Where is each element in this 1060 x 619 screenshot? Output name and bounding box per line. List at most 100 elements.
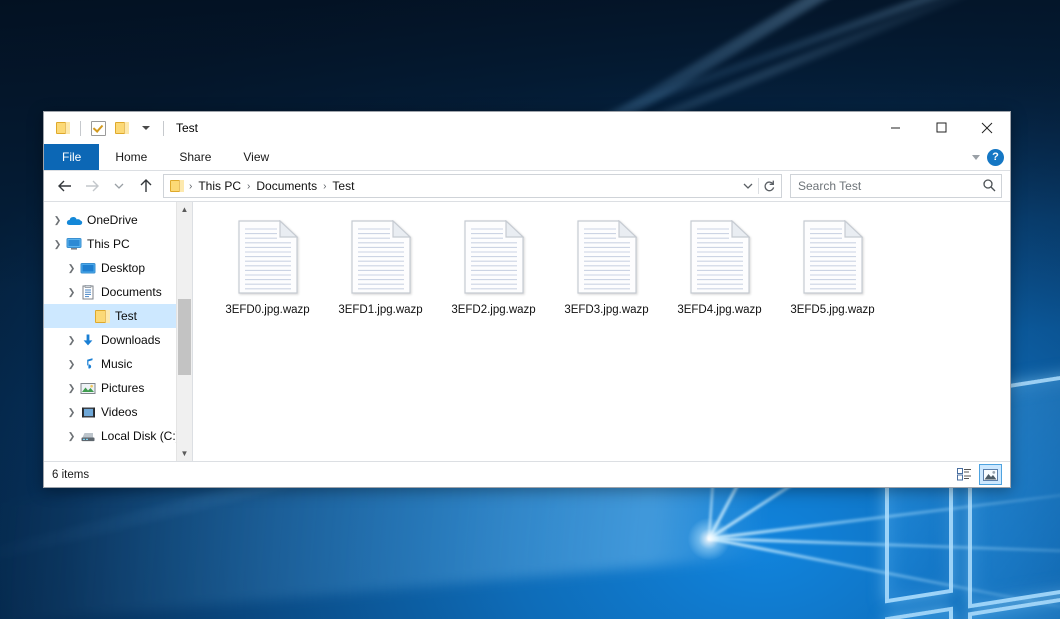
chevron-down-icon[interactable]: ❯	[50, 232, 65, 256]
tab-share[interactable]: Share	[163, 144, 227, 170]
address-bar[interactable]: › This PC › Documents › Test	[163, 174, 782, 198]
minimize-button[interactable]	[872, 112, 918, 143]
sidebar-item-label: This PC	[87, 237, 130, 251]
sidebar-item-label: Test	[115, 309, 137, 323]
customize-quick-access-caret-icon[interactable]	[135, 117, 157, 139]
file-item[interactable]: 3EFD5.jpg.wazp	[776, 216, 889, 344]
chevron-down-icon[interactable]	[972, 155, 980, 160]
chevron-right-icon[interactable]: ❯	[64, 400, 79, 424]
chevron-down-icon[interactable]: ❯	[64, 280, 79, 304]
sidebar-item-documents[interactable]: ❯ Documents	[44, 280, 192, 304]
scrollbar-thumb[interactable]	[178, 299, 191, 375]
folder-icon[interactable]	[52, 117, 74, 139]
generic-document-icon	[690, 220, 750, 294]
chevron-right-icon[interactable]: ❯	[64, 352, 79, 376]
sidebar-item-pictures[interactable]: ❯ Pictures	[44, 376, 192, 400]
breadcrumb-separator: ›	[322, 181, 327, 192]
chevron-right-icon[interactable]: ❯	[64, 376, 79, 400]
quick-access-toolbar	[44, 117, 168, 139]
cloud-icon	[65, 212, 83, 228]
file-list-view[interactable]: 3EFD0.jpg.wazp	[193, 202, 1010, 461]
folder-icon	[93, 308, 111, 324]
scrollbar-track[interactable]	[177, 217, 192, 446]
ribbon-right-controls: ?	[972, 144, 1004, 170]
video-icon	[79, 404, 97, 420]
file-explorer-window: Test File Home Share View ?	[43, 111, 1011, 488]
view-mode-buttons	[954, 462, 1002, 487]
scroll-up-icon[interactable]: ▲	[177, 202, 192, 217]
file-item[interactable]: 3EFD1.jpg.wazp	[324, 216, 437, 344]
music-icon	[79, 356, 97, 372]
file-item[interactable]: 3EFD4.jpg.wazp	[663, 216, 776, 344]
search-icon[interactable]	[982, 178, 996, 195]
generic-document-icon	[351, 220, 411, 294]
large-icons-view-button[interactable]	[979, 464, 1002, 485]
new-folder-icon[interactable]	[111, 117, 133, 139]
recent-locations-button[interactable]	[106, 174, 131, 198]
navigation-pane: ❯ OneDrive ❯ This PC ❯	[44, 202, 193, 461]
sidebar-item-label: Documents	[101, 285, 162, 299]
breadcrumb-item-this-pc[interactable]: This PC	[194, 179, 245, 193]
sidebar-item-desktop[interactable]: ❯ Desktop	[44, 256, 192, 280]
generic-document-icon	[464, 220, 524, 294]
desktop-icon	[79, 260, 97, 276]
address-bar-row: › This PC › Documents › Test	[44, 171, 1010, 201]
help-icon[interactable]: ?	[987, 149, 1004, 166]
file-item[interactable]: 3EFD2.jpg.wazp	[437, 216, 550, 344]
sidebar-item-test[interactable]: Test	[44, 304, 192, 328]
status-bar: 6 items	[44, 461, 1010, 487]
sidebar-item-label: Local Disk (C:)	[101, 429, 180, 443]
refresh-icon[interactable]	[759, 176, 779, 196]
generic-document-icon	[238, 220, 298, 294]
sidebar-item-label: Desktop	[101, 261, 145, 275]
drive-icon	[79, 428, 97, 444]
maximize-button[interactable]	[918, 112, 964, 143]
download-icon	[79, 332, 97, 348]
scroll-down-icon[interactable]: ▼	[177, 446, 192, 461]
breadcrumb-folder-icon[interactable]	[170, 180, 184, 192]
tree-spacer	[78, 304, 93, 328]
close-button[interactable]	[964, 112, 1010, 143]
breadcrumb-item-documents[interactable]: Documents	[252, 179, 321, 193]
details-view-button[interactable]	[954, 465, 975, 484]
ribbon-tab-bar: File Home Share View ?	[44, 144, 1010, 171]
sidebar-item-this-pc[interactable]: ❯ This PC	[44, 232, 192, 256]
sidebar-item-videos[interactable]: ❯ Videos	[44, 400, 192, 424]
tab-file[interactable]: File	[44, 144, 99, 170]
file-name: 3EFD3.jpg.wazp	[564, 304, 648, 316]
chevron-right-icon[interactable]: ❯	[64, 256, 79, 280]
search-input[interactable]: Search Test	[798, 179, 982, 193]
file-item[interactable]: 3EFD3.jpg.wazp	[550, 216, 663, 344]
file-item[interactable]: 3EFD0.jpg.wazp	[211, 216, 324, 344]
wallpaper-lens-flare	[688, 518, 730, 560]
chevron-right-icon[interactable]: ❯	[50, 208, 65, 232]
sidebar-item-label: Downloads	[101, 333, 160, 347]
sidebar-item-local-disk-c[interactable]: ❯ Local Disk (C:)	[44, 424, 192, 448]
breadcrumb: › This PC › Documents › Test	[168, 179, 738, 193]
chevron-right-icon[interactable]: ❯	[64, 424, 79, 448]
file-name: 3EFD1.jpg.wazp	[338, 304, 422, 316]
properties-checkbox-icon[interactable]	[87, 117, 109, 139]
tab-home[interactable]: Home	[99, 144, 163, 170]
window-controls	[872, 112, 1010, 143]
chevron-right-icon[interactable]: ❯	[64, 328, 79, 352]
sidebar-scrollbar[interactable]: ▲ ▼	[176, 202, 192, 461]
sidebar-item-downloads[interactable]: ❯ Downloads	[44, 328, 192, 352]
forward-button[interactable]	[79, 174, 104, 198]
generic-document-icon	[803, 220, 863, 294]
breadcrumb-item-test[interactable]: Test	[328, 179, 358, 193]
address-dropdown-icon[interactable]	[738, 176, 758, 196]
file-name: 3EFD2.jpg.wazp	[451, 304, 535, 316]
back-button[interactable]	[52, 174, 77, 198]
search-box[interactable]: Search Test	[790, 174, 1002, 198]
sidebar-item-music[interactable]: ❯ Music	[44, 352, 192, 376]
toolbar-separator	[163, 121, 164, 136]
desktop: Test File Home Share View ?	[0, 0, 1060, 619]
address-bar-tools	[738, 176, 779, 196]
up-button[interactable]	[133, 174, 158, 198]
file-name: 3EFD5.jpg.wazp	[790, 304, 874, 316]
monitor-icon	[65, 236, 83, 252]
tab-view[interactable]: View	[227, 144, 285, 170]
sidebar-item-onedrive[interactable]: ❯ OneDrive	[44, 208, 192, 232]
sidebar-item-label: OneDrive	[87, 213, 138, 227]
